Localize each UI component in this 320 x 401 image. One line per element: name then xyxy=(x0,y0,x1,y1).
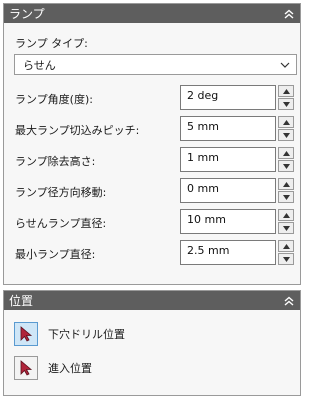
spin-up-icon[interactable] xyxy=(278,147,294,159)
max-ramp-pitch-spinner[interactable] xyxy=(278,116,294,141)
pilot-drill-position-item[interactable]: 下穴ドリル位置 xyxy=(14,321,125,347)
helix-ramp-diameter-input[interactable]: 10 mm xyxy=(180,209,276,234)
ramp-radial-offset-label: ランプ径方向移動: xyxy=(15,186,107,199)
ramp-type-value: らせん xyxy=(23,58,56,72)
spin-up-icon[interactable] xyxy=(278,240,294,252)
spin-up-icon[interactable] xyxy=(278,116,294,128)
ramp-angle-input[interactable]: 2 deg xyxy=(180,85,276,110)
min-ramp-diameter-spinner[interactable] xyxy=(278,240,294,265)
max-ramp-pitch-row: 最大ランプ切込みピッチ: 5 mm xyxy=(4,116,302,141)
min-ramp-diameter-label: 最小ランプ直径: xyxy=(15,248,96,261)
helix-ramp-diameter-label: らせんランプ直径: xyxy=(15,217,107,230)
spin-down-icon[interactable] xyxy=(278,160,294,172)
spin-up-icon[interactable] xyxy=(278,209,294,221)
ramp-panel-title: ランプ xyxy=(9,7,45,21)
position-panel-title: 位置 xyxy=(9,294,34,308)
position-panel-header[interactable]: 位置 xyxy=(4,291,300,310)
ramp-radial-offset-spinner[interactable] xyxy=(278,178,294,203)
helix-ramp-diameter-row: らせんランプ直径: 10 mm xyxy=(4,209,302,234)
ramp-angle-row: ランプ角度(度): 2 deg xyxy=(4,85,302,110)
pointer-select-icon[interactable] xyxy=(14,356,38,380)
spin-up-icon[interactable] xyxy=(278,178,294,190)
spin-down-icon[interactable] xyxy=(278,253,294,265)
ramp-clearance-height-row: ランプ除去高さ: 1 mm xyxy=(4,147,302,172)
spin-down-icon[interactable] xyxy=(278,129,294,141)
helix-ramp-diameter-spinner[interactable] xyxy=(278,209,294,234)
ramp-angle-spinner[interactable] xyxy=(278,85,294,110)
spin-down-icon[interactable] xyxy=(278,191,294,203)
max-ramp-pitch-label: 最大ランプ切込みピッチ: xyxy=(15,124,140,137)
ramp-radial-offset-row: ランプ径方向移動: 0 mm xyxy=(4,178,302,203)
ramp-panel: ランプ ランプ タイプ: らせん ランプ角度(度): 2 deg 最大ランプ切込… xyxy=(3,3,301,285)
min-ramp-diameter-row: 最小ランプ直径: 2.5 mm xyxy=(4,240,302,265)
ramp-panel-header[interactable]: ランプ xyxy=(4,4,300,23)
ramp-angle-label: ランプ角度(度): xyxy=(15,93,93,106)
spin-down-icon[interactable] xyxy=(278,222,294,234)
ramp-clearance-height-input[interactable]: 1 mm xyxy=(180,147,276,172)
max-ramp-pitch-input[interactable]: 5 mm xyxy=(180,116,276,141)
ramp-type-dropdown[interactable]: らせん xyxy=(14,54,297,75)
chevron-down-icon xyxy=(280,58,290,71)
collapse-up-icon[interactable] xyxy=(282,294,296,308)
ramp-type-label: ランプ タイプ: xyxy=(15,37,88,50)
min-ramp-diameter-input[interactable]: 2.5 mm xyxy=(180,240,276,265)
pointer-select-icon[interactable] xyxy=(14,322,38,346)
spin-up-icon[interactable] xyxy=(278,85,294,97)
collapse-up-icon[interactable] xyxy=(282,7,296,21)
position-panel: 位置 下穴ドリル位置 進入位置 xyxy=(3,290,301,396)
entry-position-label: 進入位置 xyxy=(48,362,92,375)
ramp-clearance-height-label: ランプ除去高さ: xyxy=(15,155,96,168)
spin-down-icon[interactable] xyxy=(278,98,294,110)
entry-position-item[interactable]: 進入位置 xyxy=(14,355,92,381)
ramp-clearance-height-spinner[interactable] xyxy=(278,147,294,172)
pilot-drill-position-label: 下穴ドリル位置 xyxy=(48,328,125,341)
ramp-radial-offset-input[interactable]: 0 mm xyxy=(180,178,276,203)
